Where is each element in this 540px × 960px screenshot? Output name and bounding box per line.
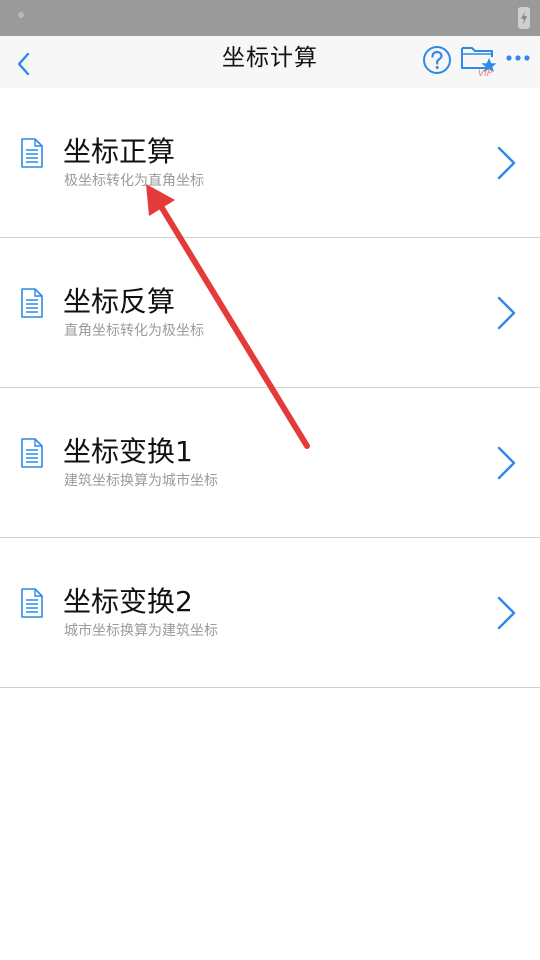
item-title: 坐标正算 bbox=[63, 135, 176, 168]
battery-icon bbox=[518, 7, 530, 29]
chevron-right-icon bbox=[497, 146, 516, 180]
item-title: 坐标反算 bbox=[63, 285, 176, 318]
item-title: 坐标变换2 bbox=[63, 585, 193, 618]
chevron-right-icon bbox=[497, 296, 516, 330]
more-button[interactable] bbox=[504, 46, 534, 70]
item-subtitle: 直角坐标转化为极坐标 bbox=[64, 323, 204, 339]
chevron-right-icon bbox=[497, 596, 516, 630]
list-item-forward-calculation[interactable]: 坐标正算 极坐标转化为直角坐标 bbox=[0, 88, 540, 238]
item-subtitle: 极坐标转化为直角坐标 bbox=[64, 173, 204, 189]
document-icon bbox=[21, 438, 43, 468]
calculation-list: 坐标正算 极坐标转化为直角坐标 坐标反算 直角坐标转化为极坐标 坐标变换1 建筑… bbox=[0, 88, 540, 688]
list-item-transform-1[interactable]: 坐标变换1 建筑坐标换算为城市坐标 bbox=[0, 388, 540, 538]
vip-badge: VIP bbox=[478, 69, 493, 79]
document-icon bbox=[21, 288, 43, 318]
list-item-inverse-calculation[interactable]: 坐标反算 直角坐标转化为极坐标 bbox=[0, 238, 540, 388]
item-subtitle: 城市坐标换算为建筑坐标 bbox=[64, 623, 218, 639]
item-title: 坐标变换1 bbox=[63, 435, 193, 468]
document-icon bbox=[21, 138, 43, 168]
signal-icon bbox=[18, 12, 24, 18]
help-button[interactable] bbox=[421, 44, 453, 76]
status-bar bbox=[0, 0, 540, 36]
question-circle-icon bbox=[423, 46, 451, 74]
list-item-transform-2[interactable]: 坐标变换2 城市坐标换算为建筑坐标 bbox=[0, 538, 540, 688]
navigation-bar: 坐标计算 VIP bbox=[0, 36, 540, 88]
more-dots-icon bbox=[506, 55, 530, 61]
item-subtitle: 建筑坐标换算为城市坐标 bbox=[64, 473, 218, 489]
chevron-right-icon bbox=[497, 446, 516, 480]
chevron-left-icon bbox=[17, 52, 30, 76]
document-icon bbox=[21, 588, 43, 618]
page-title: 坐标计算 bbox=[222, 45, 318, 71]
back-button[interactable] bbox=[8, 44, 44, 80]
